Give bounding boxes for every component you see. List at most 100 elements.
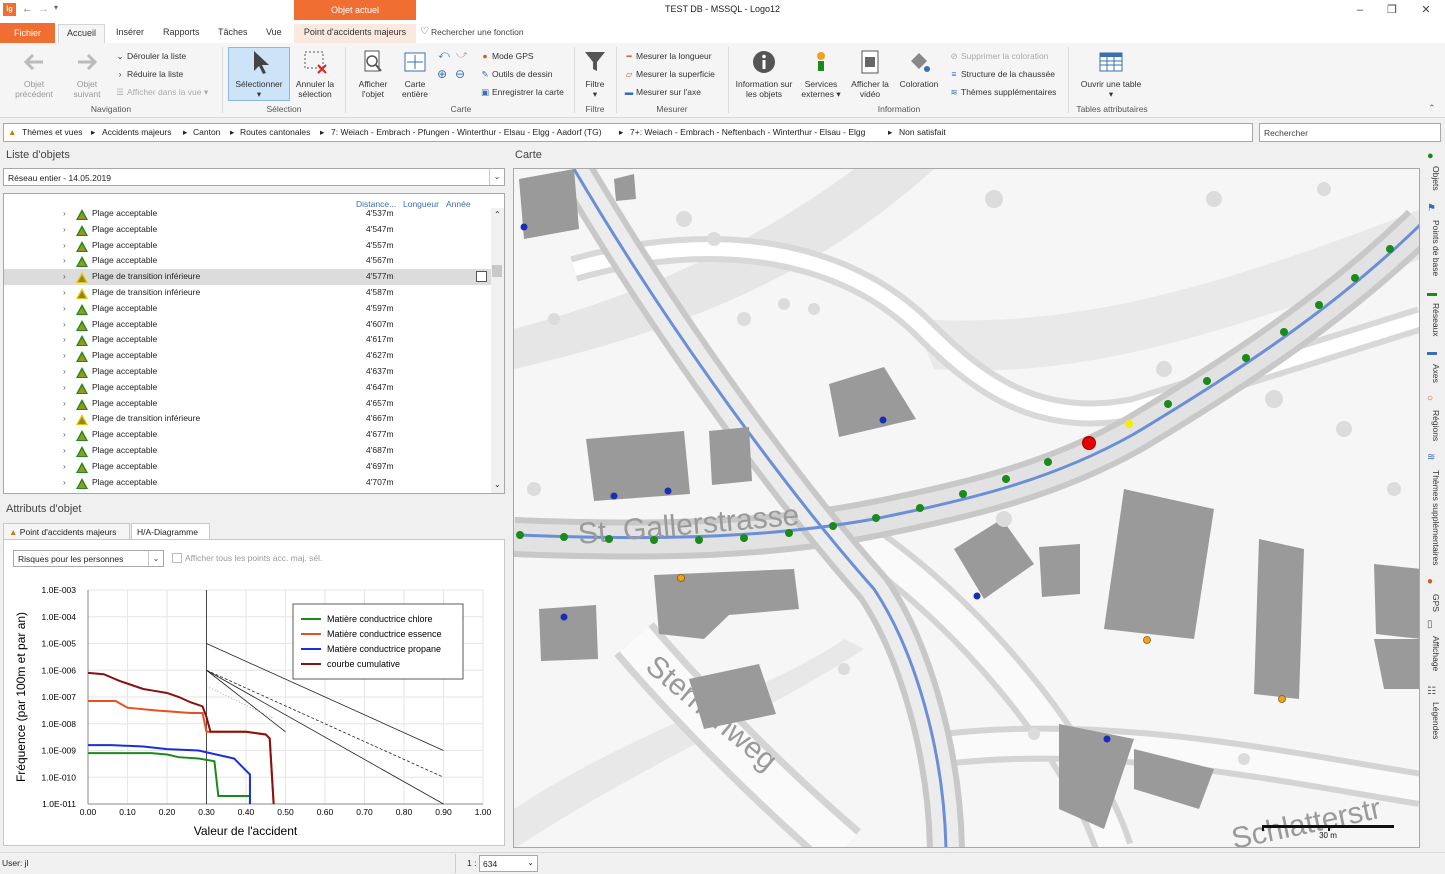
tab-major-accident-point-attrs[interactable]: ▲ Point d'accidents majeurs bbox=[3, 523, 130, 540]
tab-insert[interactable]: Insérer bbox=[108, 24, 152, 43]
select-button[interactable]: Sélectionner ▾ bbox=[228, 49, 290, 99]
scroll-thumb[interactable] bbox=[492, 265, 502, 277]
sidebar-gps[interactable]: GPS bbox=[1427, 594, 1441, 612]
expand-icon[interactable]: › bbox=[63, 399, 66, 408]
current-accident-point[interactable] bbox=[1082, 436, 1096, 450]
expand-icon[interactable]: › bbox=[63, 351, 66, 360]
remove-coloring-button[interactable]: ⊘ Supprimer la coloration bbox=[949, 50, 1048, 62]
search-input[interactable]: Rechercher bbox=[1259, 123, 1441, 142]
pan-icon[interactable]: ⤺ bbox=[438, 49, 450, 62]
breadcrumb-item[interactable]: Thèmes et vues bbox=[22, 127, 82, 137]
zoom-in-icon[interactable]: ⊕ bbox=[437, 67, 447, 81]
extra-themes-button[interactable]: ≋ Thèmes supplémentaires bbox=[949, 86, 1056, 98]
expand-icon[interactable]: › bbox=[63, 241, 66, 250]
list-item[interactable]: › Plage acceptable 4'617m bbox=[4, 332, 492, 348]
show-in-view-button[interactable]: ☰ Afficher dans la vue ▾ bbox=[115, 86, 208, 98]
sidebar-display[interactable]: Affichage bbox=[1427, 636, 1441, 671]
sidebar-legends[interactable]: Légendes bbox=[1427, 702, 1441, 739]
accident-point[interactable] bbox=[916, 504, 924, 512]
show-object-button[interactable]: Afficher l'objet bbox=[352, 49, 394, 99]
accident-point[interactable] bbox=[829, 522, 837, 530]
accident-point[interactable] bbox=[1351, 274, 1359, 282]
list-item[interactable]: › Plage acceptable 4'677m bbox=[4, 427, 492, 443]
list-item[interactable]: › Plage acceptable 4'597m bbox=[4, 301, 492, 317]
open-table-button[interactable]: Ouvrir une table ▾ bbox=[1080, 49, 1142, 99]
tab-home[interactable]: Accueil bbox=[58, 24, 106, 43]
prev-object-button[interactable]: Objet précédent bbox=[8, 49, 60, 99]
list-item[interactable]: › Plage de transition inférieure 4'577m bbox=[4, 269, 492, 286]
accident-point[interactable] bbox=[872, 514, 880, 522]
tab-tasks[interactable]: Tâches bbox=[210, 24, 256, 43]
map-canvas[interactable]: St. Gallerstrasse Sternenweg Schlatterst… bbox=[514, 169, 1420, 848]
list-item[interactable]: › Plage acceptable 4'637m bbox=[4, 364, 492, 380]
sidebar-extra-themes[interactable]: Thèmes supplémentaires bbox=[1427, 470, 1441, 565]
expand-icon[interactable]: › bbox=[63, 478, 66, 487]
tab-file[interactable]: Fichier bbox=[0, 23, 55, 43]
maximize-icon[interactable]: ❐ bbox=[1382, 2, 1402, 18]
breadcrumb-item[interactable]: Canton bbox=[193, 127, 220, 137]
save-map-button[interactable]: ▣ Enregistrer la carte bbox=[480, 86, 564, 98]
list-scrollbar[interactable]: ⌃ ⌄ bbox=[491, 208, 504, 493]
show-video-button[interactable]: Afficher la vidéo bbox=[848, 49, 892, 99]
map-view[interactable]: St. Gallerstrasse Sternenweg Schlatterst… bbox=[513, 168, 1420, 848]
external-services-button[interactable]: Services externes ▾ bbox=[798, 49, 844, 99]
coloring-button[interactable]: Coloration bbox=[896, 49, 942, 89]
list-item[interactable]: › Plage acceptable 4'557m bbox=[4, 238, 492, 254]
expand-icon[interactable]: › bbox=[63, 414, 66, 423]
expand-icon[interactable]: › bbox=[63, 335, 66, 344]
sidebar-regions[interactable]: Régions bbox=[1427, 410, 1441, 441]
expand-icon[interactable]: › bbox=[63, 225, 66, 234]
scroll-up-icon[interactable]: ⌃ bbox=[494, 210, 501, 219]
list-item[interactable]: › Plage de transition inférieure 4'667m bbox=[4, 411, 492, 427]
list-item[interactable]: › Plage acceptable 4'627m bbox=[4, 348, 492, 364]
list-item[interactable]: › Plage acceptable 4'687m bbox=[4, 443, 492, 459]
expand-icon[interactable]: › bbox=[63, 462, 66, 471]
expand-icon[interactable]: › bbox=[63, 493, 66, 494]
breadcrumb-item[interactable]: 7: Weiach - Embrach - Pfungen - Winterth… bbox=[331, 127, 602, 137]
collapse-ribbon-icon[interactable]: ⌃ bbox=[1428, 103, 1436, 114]
accident-point[interactable] bbox=[1315, 301, 1323, 309]
accident-point[interactable] bbox=[1386, 245, 1394, 253]
scale-select[interactable]: 634 ⌄ bbox=[479, 855, 538, 872]
expand-list-button[interactable]: ⌄ Dérouler la liste bbox=[115, 50, 186, 62]
network-select[interactable]: Réseau entier - 14.05.2019 ⌄ bbox=[3, 168, 505, 186]
transition-point[interactable] bbox=[1125, 420, 1133, 428]
measure-area-button[interactable]: ▱ Mesurer la superficie bbox=[624, 68, 715, 80]
list-item[interactable]: › Plage acceptable 4'717m bbox=[4, 490, 492, 494]
list-item[interactable]: › Plage acceptable 4'707m bbox=[4, 475, 492, 491]
list-item[interactable]: › Plage acceptable 4'607m bbox=[4, 317, 492, 333]
sidebar-objects[interactable]: Objets bbox=[1427, 166, 1441, 191]
accident-point[interactable] bbox=[650, 536, 658, 544]
accident-point[interactable] bbox=[1164, 400, 1172, 408]
accident-point[interactable] bbox=[785, 529, 793, 537]
list-item[interactable]: › Plage acceptable 4'697m bbox=[4, 459, 492, 475]
list-item[interactable]: › Plage acceptable 4'657m bbox=[4, 396, 492, 412]
breadcrumb-item[interactable]: Accidents majeurs bbox=[102, 127, 171, 137]
tab-view[interactable]: Vue bbox=[258, 24, 290, 43]
road-structure-button[interactable]: ≡ Structure de la chaussée bbox=[949, 68, 1056, 80]
accident-point[interactable] bbox=[740, 534, 748, 542]
accident-point[interactable] bbox=[1002, 475, 1010, 483]
expand-icon[interactable]: › bbox=[63, 320, 66, 329]
expand-icon[interactable]: › bbox=[63, 367, 66, 376]
list-item[interactable]: › Plage de transition inférieure 4'587m bbox=[4, 285, 492, 301]
accident-point[interactable] bbox=[1280, 328, 1288, 336]
accident-point[interactable] bbox=[959, 490, 967, 498]
expand-icon[interactable]: › bbox=[63, 446, 66, 455]
breadcrumb-item[interactable]: Non satisfait bbox=[899, 127, 946, 137]
full-map-button[interactable]: Carte entière bbox=[396, 49, 434, 99]
expand-icon[interactable]: › bbox=[63, 288, 66, 297]
sidebar-base-points[interactable]: Points de base bbox=[1427, 220, 1441, 276]
pan-redo-icon[interactable]: ⤻ bbox=[456, 49, 468, 62]
close-icon[interactable]: ✕ bbox=[1416, 2, 1436, 18]
zoom-out-icon[interactable]: ⊖ bbox=[455, 67, 465, 81]
accident-point[interactable] bbox=[516, 531, 524, 539]
cancel-selection-button[interactable]: Annuler la sélection bbox=[292, 49, 338, 99]
breadcrumb-item[interactable]: 7+: Weiach - Embrach - Neftenbach - Wint… bbox=[630, 127, 865, 137]
tab-reports[interactable]: Rapports bbox=[155, 24, 208, 43]
risk-select[interactable]: Risques pour les personnes ⌄ bbox=[13, 550, 164, 567]
accident-point[interactable] bbox=[1044, 458, 1052, 466]
tell-me-search[interactable]: Rechercher une fonction bbox=[431, 27, 524, 37]
list-item[interactable]: › Plage acceptable 4'537m bbox=[4, 206, 492, 222]
scroll-down-icon[interactable]: ⌄ bbox=[494, 480, 501, 489]
